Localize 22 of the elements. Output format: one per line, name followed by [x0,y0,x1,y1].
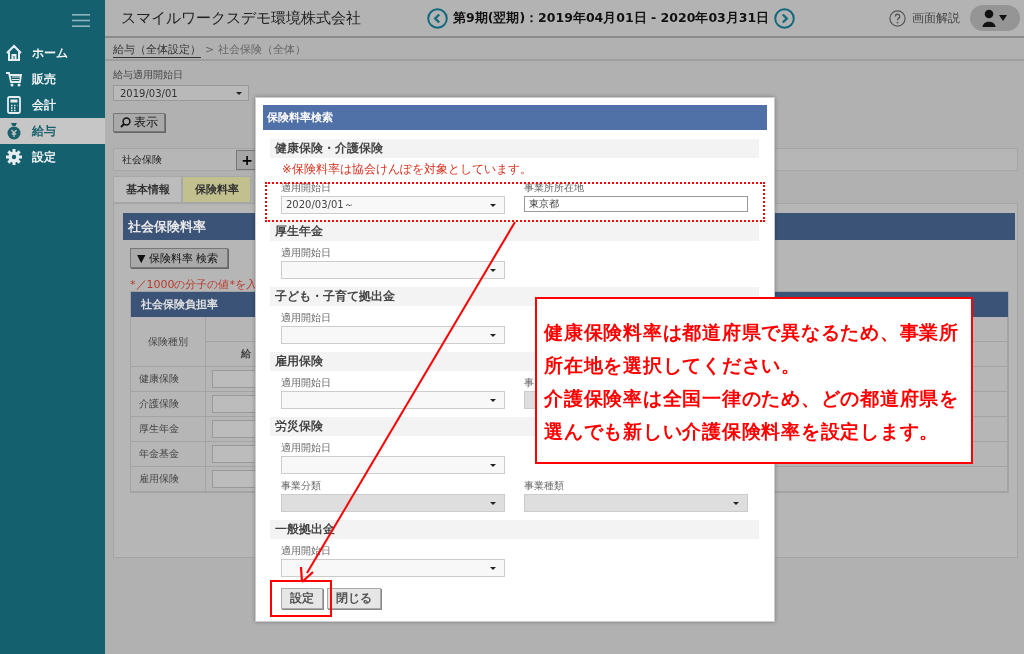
section-label: 社会保険 [122,152,163,167]
table-cell: 雇用保険 [131,467,206,492]
field-label: 適用開始日 [281,246,332,259]
section-header: 厚生年金 [270,222,759,241]
field-label: 給与適用開始日 [113,68,184,82]
table-cell: 介護保険 [131,392,206,417]
table-header: 保険種別 [131,317,206,367]
company-name: スマイルワークスデモ環境株式会社 [121,8,362,28]
field-label: 事業種類 [524,479,565,492]
period-label: 第9期(翌期)：2019年04月01日 - 2020年03月31日 [453,9,770,27]
note-text: ※保険料率は協会けんぽを対象としています。 [282,162,533,176]
table-cell: 年金基金 [131,442,206,467]
field-label: 適用開始日 [281,376,332,389]
section-header: 健康保険・介護保険 [270,139,759,158]
breadcrumb-separator: > [205,43,215,56]
table-cell: 健康保険 [131,367,206,392]
field-label: 事業分類 [281,479,322,492]
breadcrumb-current: 社会保険（全体） [218,42,307,57]
field-label: 事 [524,376,535,389]
dialog-title: 保険料率検索 [263,105,767,130]
field-label: 適用開始日 [281,441,332,454]
table-cell: 厚生年金 [131,417,206,442]
